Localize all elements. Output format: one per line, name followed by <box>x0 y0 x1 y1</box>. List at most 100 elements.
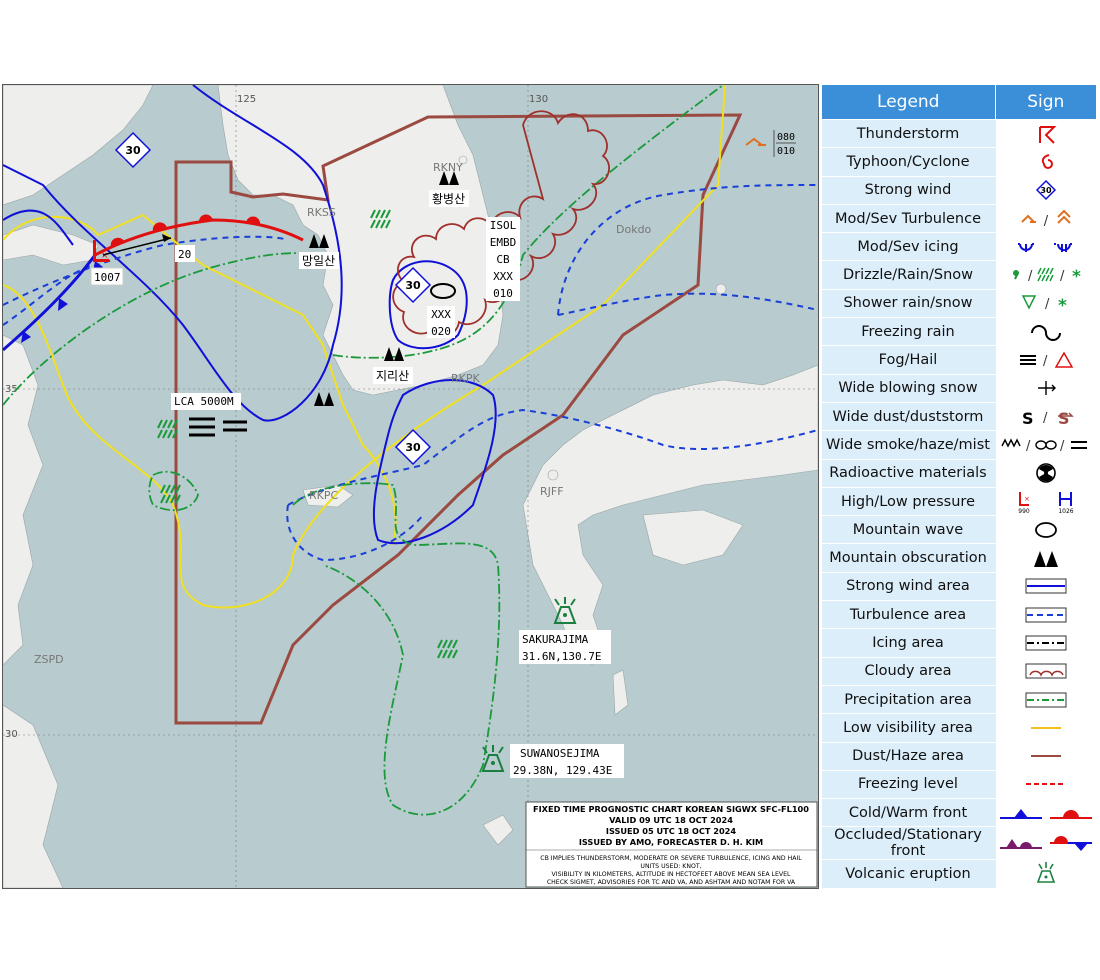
legend-item-sign: S / S <box>994 402 1097 432</box>
svg-text:/: / <box>1045 297 1050 312</box>
lon-label-130: 130 <box>529 94 548 105</box>
legend-item-name: Volcanic eruption <box>821 859 995 889</box>
svg-text:/: / <box>1060 269 1065 284</box>
legend-row: Radioactive materials <box>821 459 1097 488</box>
precipitation-icon: / / * <box>1013 267 1081 287</box>
svg-text:XXX: XXX <box>431 308 451 321</box>
fog-hail-icon: / <box>1020 351 1074 369</box>
mountain-wave-label: XXX 020 <box>427 306 455 338</box>
legend-item-name: Freezing level <box>821 770 995 800</box>
legend-row: Cold/Warm front <box>821 798 1097 828</box>
legend-item-name: Turbulence area <box>821 600 995 630</box>
legend-item-name: Mountain wave <box>821 515 995 545</box>
svg-text:XXX: XXX <box>493 270 513 283</box>
svg-text:990: 990 <box>1018 508 1030 515</box>
svg-text:ISOL: ISOL <box>490 219 517 232</box>
cloudy-area-icon <box>1025 663 1067 679</box>
svg-text:/: / <box>1026 439 1031 454</box>
legend-row: Precipitation area <box>821 685 1097 715</box>
place-rkny: RKNY <box>433 161 463 174</box>
legend-table: Legend Sign Thunderstorm Typhoon/Cyclone S… <box>821 84 1097 889</box>
legend-item-sign <box>994 713 1097 743</box>
svg-text:/: / <box>1044 214 1049 229</box>
svg-text:1026: 1026 <box>1058 508 1073 515</box>
legend-item-sign: / <box>994 204 1097 234</box>
sign-header: Sign <box>994 84 1097 120</box>
place-rjff: RJFF <box>540 485 564 498</box>
turbulence-icon: / <box>1021 209 1071 229</box>
legend-item-sign <box>994 317 1097 347</box>
svg-text:×: × <box>1024 495 1030 503</box>
legend-row: Strong wind 30 <box>821 176 1097 205</box>
legend-item-name: Occluded/Stationary front <box>821 826 995 861</box>
legend-item-name: Thunderstorm <box>821 119 995 149</box>
legend-item-sign: / <box>994 345 1097 375</box>
cold-warm-front-icon <box>1000 808 1092 819</box>
place-rkpk: RKPK <box>451 372 480 385</box>
legend-item-name: Freezing rain <box>821 317 995 347</box>
svg-text:CHECK SIGMET, ADVISORIES FOR T: CHECK SIGMET, ADVISORIES FOR TC AND VA, … <box>547 879 796 886</box>
legend-item-sign <box>994 374 1097 403</box>
svg-text:010: 010 <box>777 146 795 157</box>
occluded-stationary-front-icon <box>1000 836 1092 852</box>
legend-row: Thunderstorm <box>821 119 1097 149</box>
legend-item-name: Low visibility area <box>821 713 995 743</box>
legend-row: Wide smoke/haze/mist / / <box>821 430 1097 460</box>
place-rkpc: RKPC <box>309 489 338 502</box>
legend-item-name: High/Low pressure <box>821 487 995 517</box>
thunderstorm-icon <box>1039 125 1057 144</box>
legend-row: Icing area <box>821 628 1097 658</box>
svg-text:*: * <box>1058 296 1067 316</box>
legend-item-name: Typhoon/Cyclone <box>821 147 995 177</box>
legend-item-sign <box>994 459 1097 488</box>
legend-row: Drizzle/Rain/Snow / / * <box>821 260 1097 290</box>
svg-text:ISSUED 05 UTC 18 OCT 2024: ISSUED 05 UTC 18 OCT 2024 <box>606 826 736 836</box>
legend-header: Legend <box>821 84 996 120</box>
legend-row: Volcanic eruption <box>821 859 1097 889</box>
icing-icon <box>1018 242 1072 252</box>
mountain-hwangbyeongsan: 황병산 <box>432 192 465 206</box>
legend-item-sign <box>994 628 1097 658</box>
smoke-haze-mist-icon: / / <box>1001 438 1087 454</box>
pressure-icon: × 990 1026 <box>1018 491 1074 515</box>
legend-item-name: Wide smoke/haze/mist <box>821 430 995 460</box>
svg-text:080: 080 <box>777 132 795 143</box>
wind-box-1: 30 <box>125 144 141 157</box>
legend-item-name: Wide dust/duststorm <box>821 402 995 432</box>
chart-title-block: FIXED TIME PROGNOSTIC CHART KOREAN SIGWX… <box>525 801 818 888</box>
legend-item-name: Drizzle/Rain/Snow <box>821 260 995 290</box>
svg-text:020: 020 <box>431 325 451 338</box>
legend-row: Cloudy area <box>821 657 1097 686</box>
mountain-jirisan: 지리산 <box>376 369 409 383</box>
freezing-level-icon <box>1026 783 1066 786</box>
cb-label: ISOL EMBD CB XXX 010 <box>486 217 520 301</box>
legend-item-name: Wide blowing snow <box>821 374 995 403</box>
legend-row: Freezing rain <box>821 317 1097 347</box>
low-motion-speed: 20 <box>178 248 191 261</box>
duststorm-icon: S / S <box>1022 409 1074 428</box>
svg-text:S: S <box>1058 409 1070 428</box>
strong-wind-area-icon <box>1025 578 1067 594</box>
legend-row: High/Low pressure × 990 1026 <box>821 487 1097 517</box>
legend-item-sign <box>994 543 1097 573</box>
lon-label-125: 125 <box>237 94 256 105</box>
icing-area-icon <box>1025 635 1067 651</box>
legend-item-sign: / / <box>994 430 1097 460</box>
freezing-rain-icon <box>1031 324 1061 341</box>
svg-text:UNITS USED: KNOT,: UNITS USED: KNOT, <box>640 863 701 870</box>
svg-text:FIXED TIME PROGNOSTIC CHART KO: FIXED TIME PROGNOSTIC CHART KOREAN SIGWX… <box>533 804 809 814</box>
precipitation-area-icon <box>1025 692 1067 708</box>
svg-text:VALID 09 UTC 18 OCT 2024: VALID 09 UTC 18 OCT 2024 <box>609 815 733 825</box>
legend-row: Fog/Hail / <box>821 345 1097 375</box>
legend-item-name: Radioactive materials <box>821 459 995 488</box>
legend-item-name: Cold/Warm front <box>821 798 995 828</box>
low-pressure-value: 1007 <box>94 271 121 284</box>
dust-haze-area-icon <box>1031 755 1061 758</box>
legend-item-name: Strong wind <box>821 176 995 205</box>
legend-item-sign: 30 <box>994 176 1097 205</box>
svg-text:010: 010 <box>493 287 513 300</box>
svg-text:30: 30 <box>1040 186 1052 195</box>
sigwx-map: 125 130 35 30 × 1007 20 30 30 30 RKNY RK… <box>2 84 819 889</box>
blowing-snow-icon <box>1038 381 1056 396</box>
svg-text:LCA 5000M: LCA 5000M <box>174 395 234 408</box>
